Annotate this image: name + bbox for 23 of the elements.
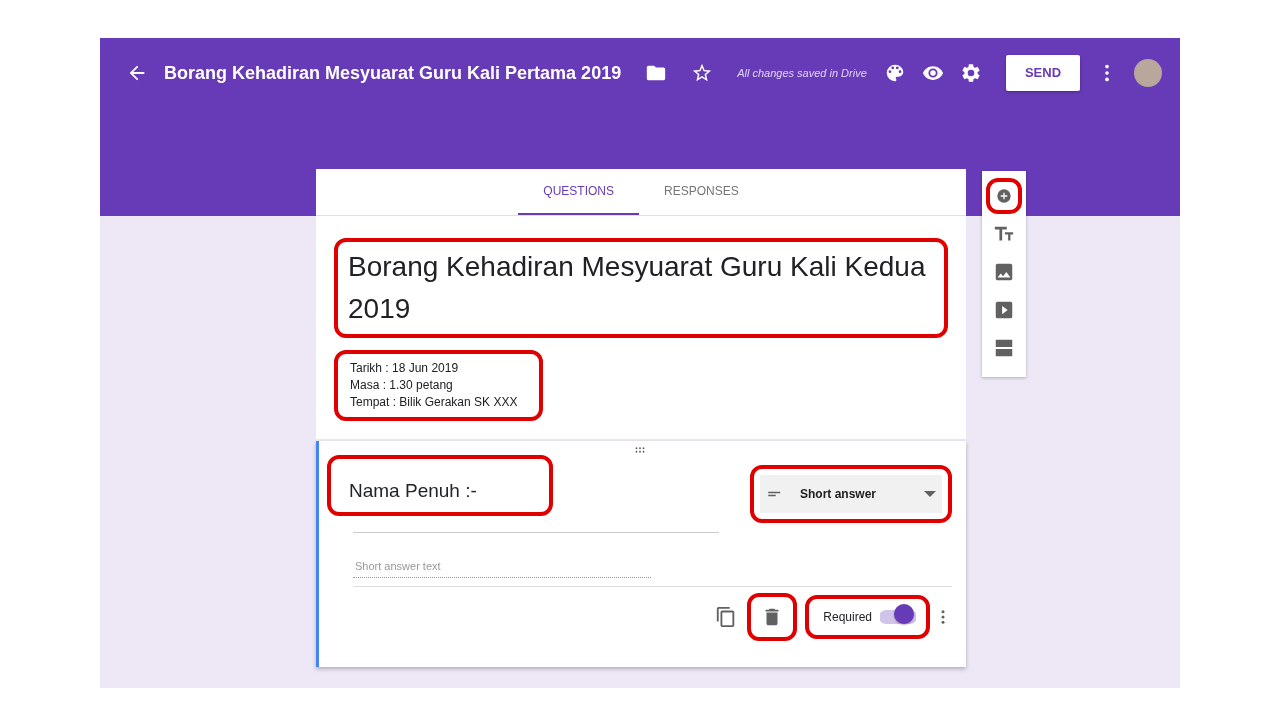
form-title: Borang Kehadiran Mesyuarat Guru Kali Kedua 2019 [334, 238, 948, 338]
question-title: Nama Penuh :- [327, 455, 553, 516]
save-status: All changes saved in Drive [737, 65, 867, 81]
delete-button[interactable] [747, 592, 798, 641]
description-line: Masa : 1.30 petang [350, 377, 454, 394]
description-line: Tarikh : 18 Jun 2019 [350, 360, 460, 377]
description-line: Tempat : Bilik Gerakan SK XXX [350, 394, 518, 411]
star-icon[interactable] [691, 62, 714, 84]
question-type-dropdown[interactable]: Short answer [760, 475, 942, 513]
image-icon[interactable] [993, 261, 1015, 283]
caret-icon [924, 491, 936, 497]
palette-icon[interactable] [884, 62, 906, 84]
required-label: Required [823, 608, 872, 626]
form-tab[interactable]: QUESTIONS [518, 169, 639, 215]
form-tab[interactable]: RESPONSES [639, 169, 764, 215]
video-icon[interactable] [993, 299, 1015, 321]
required-toggle[interactable] [880, 606, 916, 627]
avatar[interactable] [1134, 59, 1162, 87]
form-name: Borang Kehadiran Mesyuarat Guru Kali Pertama 2019 [164, 61, 622, 85]
answer-field[interactable]: Short answer text [353, 556, 651, 578]
section-icon[interactable] [993, 337, 1015, 359]
send-button[interactable]: SEND [1006, 55, 1080, 91]
settings-icon[interactable] [960, 62, 982, 84]
